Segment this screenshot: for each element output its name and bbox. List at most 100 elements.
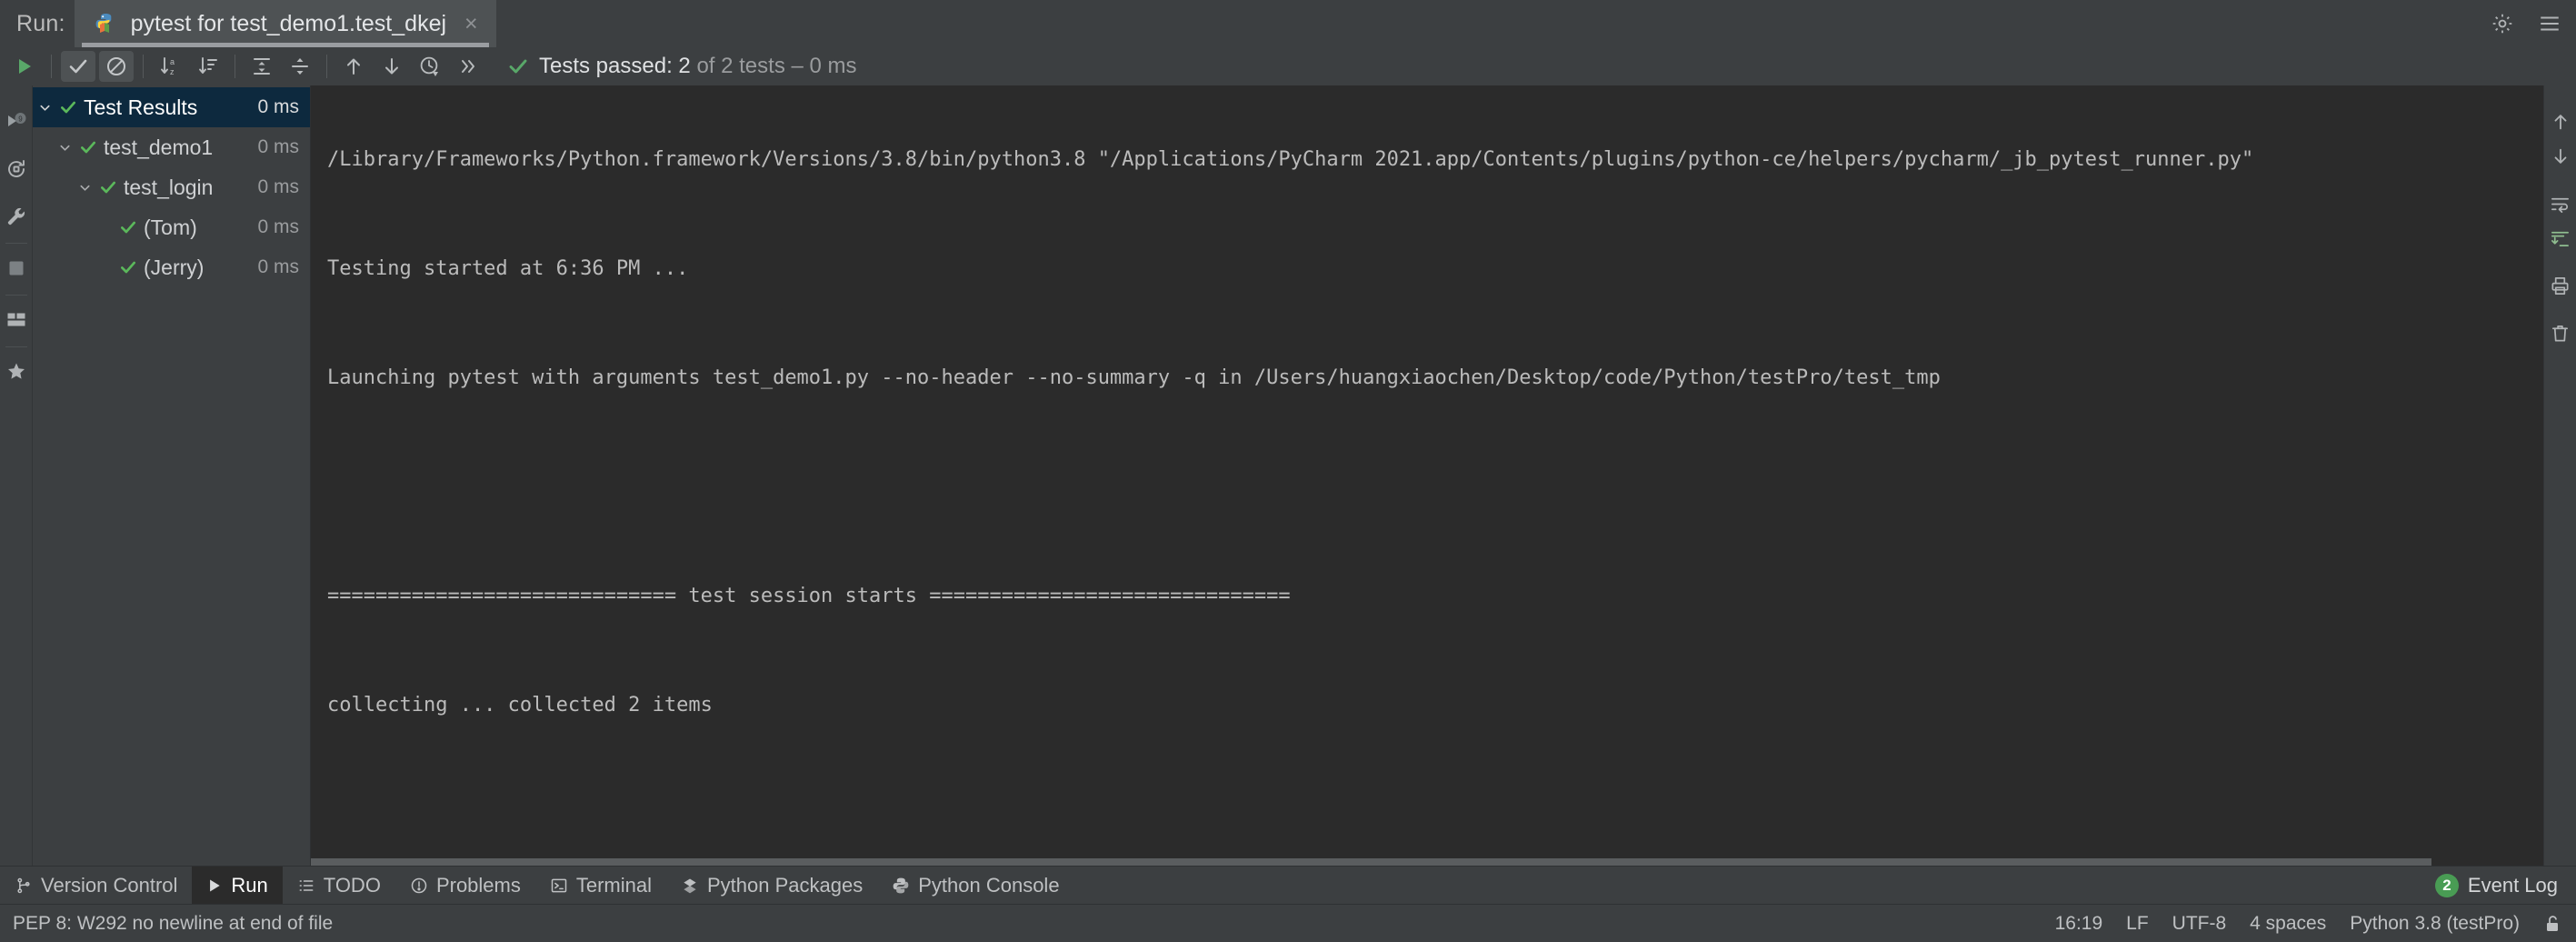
- indent-indicator[interactable]: 4 spaces: [2250, 913, 2326, 935]
- tab-active-underline: [81, 43, 489, 47]
- tree-row-label: test_demo1: [104, 135, 214, 159]
- tool-window-run[interactable]: Run: [192, 867, 283, 904]
- test-results-tree[interactable]: Test Results 0 ms test_demo1 0 ms test_l…: [33, 85, 311, 866]
- show-ignored-button[interactable]: [99, 51, 134, 82]
- show-passed-button[interactable]: [61, 51, 95, 82]
- gear-icon[interactable]: [2491, 12, 2514, 35]
- tree-row-duration: 0 ms: [257, 176, 299, 197]
- arrow-down-icon: [2551, 146, 2571, 166]
- rail-layout-button[interactable]: [0, 304, 33, 336]
- print-icon: [2550, 276, 2571, 296]
- tool-window-label: TODO: [323, 873, 381, 897]
- tool-window-terminal[interactable]: Terminal: [535, 867, 666, 904]
- tree-row[interactable]: (Tom) 0 ms: [33, 207, 310, 247]
- right-action-rail: [2543, 85, 2576, 866]
- next-failed-button[interactable]: [374, 51, 409, 82]
- tool-window-label: Version Control: [41, 873, 178, 897]
- test-runner-toolbar: a z Tests passed: 2 of 2 tests – 0 ms: [0, 47, 2576, 85]
- check-icon: [67, 55, 89, 77]
- rerun-tests-button[interactable]: [7, 51, 42, 82]
- rail-scroll-to-end-button[interactable]: [2544, 222, 2576, 255]
- run-configuration-tab[interactable]: pytest for test_demo1.test_dkej ×: [74, 0, 496, 47]
- titlebar-actions: [2491, 0, 2561, 47]
- chevron-down-icon[interactable]: [53, 141, 76, 155]
- rail-clear-all-button[interactable]: [2544, 316, 2576, 349]
- rail-stop-button[interactable]: [0, 252, 33, 285]
- rail-pin-button[interactable]: [0, 356, 33, 388]
- test-passed-icon: [76, 138, 100, 156]
- sort-alphabetically-button[interactable]: a z: [153, 51, 187, 82]
- more-options-button[interactable]: [451, 51, 485, 82]
- sort-by-duration-button[interactable]: [191, 51, 225, 82]
- rail-debug-button[interactable]: 9: [0, 105, 33, 138]
- rail-rerun-button[interactable]: [0, 153, 33, 185]
- list-icon: [297, 877, 315, 895]
- sort-az-icon: a z: [158, 55, 182, 78]
- toolbar-buttons: a z: [0, 47, 487, 85]
- event-log-label[interactable]: Event Log: [2468, 874, 2558, 897]
- test-passed-icon: [56, 98, 80, 116]
- run-titlebar: Run: pytest for test_demo1.test_dkej ×: [0, 0, 2576, 47]
- tree-row[interactable]: test_demo1 0 ms: [33, 127, 310, 167]
- event-log-badge: 2: [2434, 873, 2459, 897]
- status-message: PEP 8: W292 no newline at end of file: [13, 912, 334, 934]
- rail-scroll-up-button[interactable]: [2544, 105, 2576, 138]
- svg-text:9: 9: [18, 115, 23, 124]
- debug-icon: 9: [5, 111, 27, 133]
- tool-window-version-control[interactable]: Version Control: [0, 867, 192, 904]
- chevron-down-icon[interactable]: [73, 181, 96, 195]
- rail-scroll-down-button[interactable]: [2544, 140, 2576, 173]
- run-label: Run:: [16, 10, 65, 36]
- tree-row[interactable]: Test Results 0 ms: [33, 87, 310, 127]
- expand-all-icon: [250, 55, 274, 78]
- tool-window-bar: Version Control Run TODO Problems Termin…: [0, 866, 2576, 904]
- tool-window-python-packages[interactable]: Python Packages: [666, 867, 877, 904]
- rail-settings-button[interactable]: [0, 200, 33, 233]
- tool-window-label: Run: [231, 873, 268, 897]
- tree-row-duration: 0 ms: [257, 216, 299, 237]
- arrow-down-icon: [381, 55, 403, 77]
- console-output-panel[interactable]: /Library/Frameworks/Python.framework/Ver…: [311, 85, 2543, 866]
- sort-duration-icon: [196, 55, 220, 78]
- line-separator-indicator[interactable]: LF: [2126, 913, 2149, 935]
- toolbar-separator: [51, 55, 52, 78]
- trash-icon: [2550, 323, 2571, 344]
- close-icon[interactable]: ×: [459, 12, 484, 35]
- chevron-down-icon[interactable]: [33, 101, 56, 115]
- left-action-rail: 9: [0, 85, 33, 866]
- rail-print-button[interactable]: [2544, 269, 2576, 302]
- warning-circle-icon: [410, 877, 428, 895]
- tree-row-label: (Jerry): [144, 255, 205, 279]
- collapse-all-icon: [288, 55, 312, 78]
- event-log-area[interactable]: 2 Event Log: [2434, 867, 2576, 904]
- test-history-button[interactable]: [413, 51, 447, 82]
- stop-square-icon: [6, 258, 26, 278]
- tree-row[interactable]: (Jerry) 0 ms: [33, 247, 310, 287]
- scrollbar-thumb[interactable]: [311, 858, 2431, 866]
- check-green-icon: [507, 55, 529, 77]
- tool-window-todo[interactable]: TODO: [283, 867, 395, 904]
- expand-all-button[interactable]: [245, 51, 279, 82]
- collapse-all-button[interactable]: [283, 51, 317, 82]
- hamburger-icon[interactable]: [2538, 12, 2561, 35]
- tree-row-label: test_login: [124, 175, 214, 199]
- previous-failed-button[interactable]: [336, 51, 371, 82]
- interpreter-indicator[interactable]: Python 3.8 (testPro): [2350, 913, 2520, 935]
- tool-window-python-console[interactable]: Python Console: [877, 867, 1073, 904]
- unlocked-icon[interactable]: [2543, 914, 2561, 934]
- rerun-icon: [5, 158, 27, 180]
- python-file-icon: [95, 12, 118, 35]
- tool-window-label: Python Console: [918, 873, 1060, 897]
- test-status: Tests passed: 2 of 2 tests – 0 ms: [487, 47, 857, 85]
- console-horizontal-scrollbar[interactable]: [311, 858, 2520, 866]
- tool-window-problems[interactable]: Problems: [395, 867, 535, 904]
- tree-row[interactable]: test_login 0 ms: [33, 167, 310, 207]
- arrow-up-icon: [343, 55, 364, 77]
- encoding-indicator[interactable]: UTF-8: [2172, 913, 2227, 935]
- run-tab-title: pytest for test_demo1.test_dkej: [130, 10, 447, 36]
- status-bar-right: 16:19 LF UTF-8 4 spaces Python 3.8 (test…: [2055, 913, 2576, 935]
- rail-soft-wrap-button[interactable]: [2544, 187, 2576, 220]
- tree-row-duration: 0 ms: [257, 136, 299, 157]
- console-line: collecting ... collected 2 items: [327, 694, 713, 717]
- terminal-icon: [550, 877, 568, 895]
